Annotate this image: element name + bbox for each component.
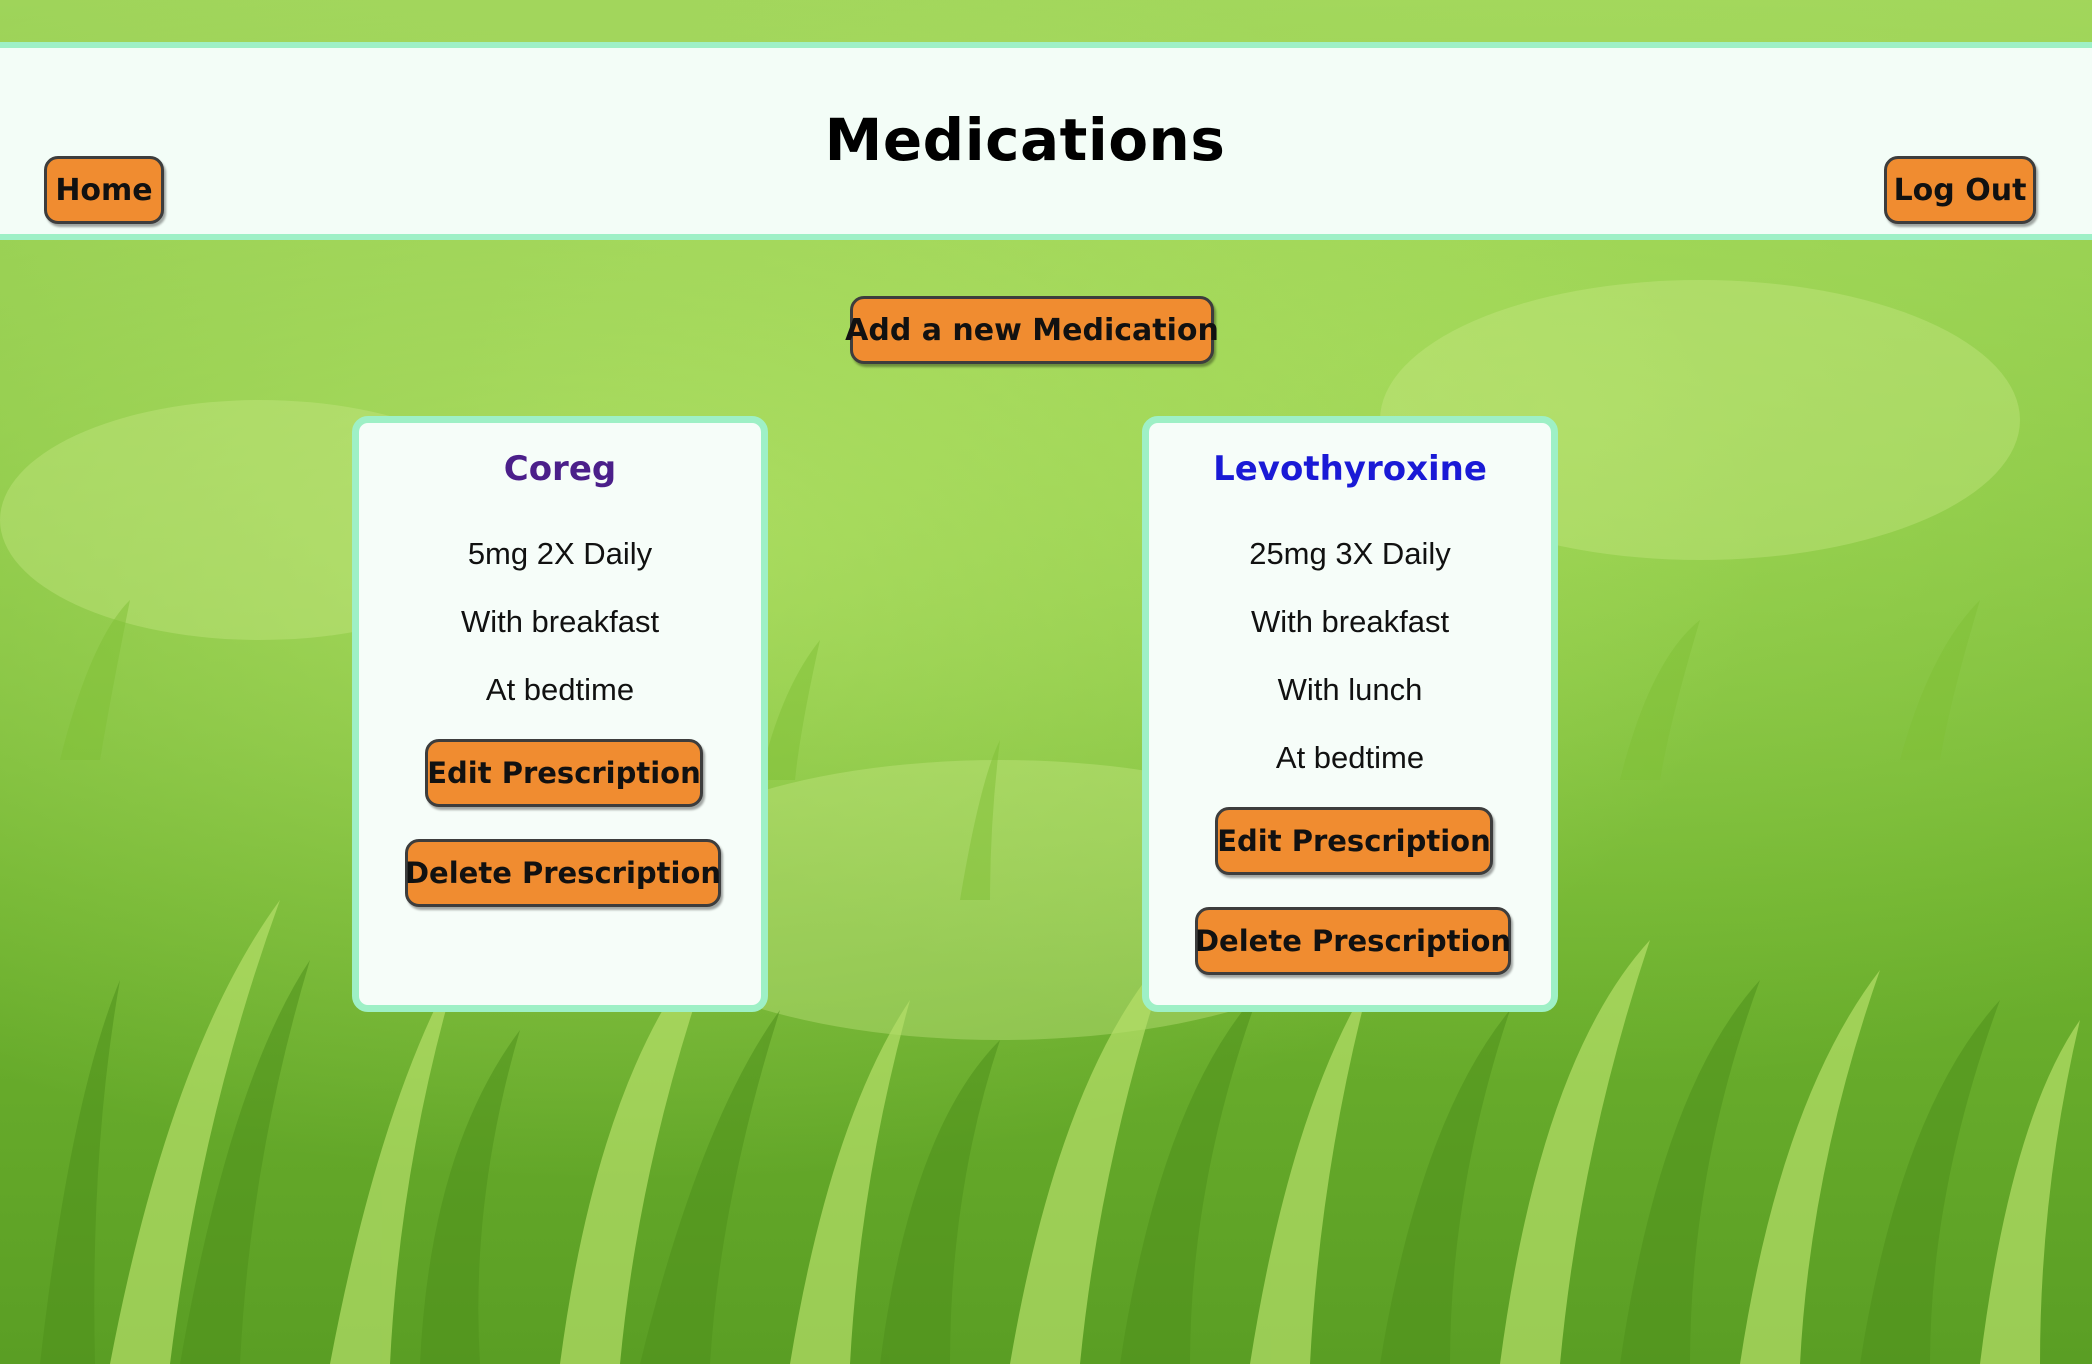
page-title: Medications: [824, 106, 1226, 174]
medication-name: Levothyroxine: [1213, 449, 1487, 489]
medication-time: With breakfast: [460, 604, 660, 639]
home-button-label: Home: [55, 172, 153, 208]
edit-prescription-button-label: Edit Prescription: [1217, 824, 1491, 858]
log-out-button[interactable]: Log Out: [1884, 156, 2036, 224]
medication-card-coreg: Coreg 5mg 2X Daily With breakfast At bed…: [352, 416, 768, 1012]
edit-prescription-button[interactable]: Edit Prescription: [425, 739, 703, 807]
medication-time: At bedtime: [485, 672, 635, 707]
delete-prescription-button-label: Delete Prescription: [1194, 924, 1512, 958]
add-medication-button[interactable]: Add a new Medication: [845, 296, 1219, 364]
delete-prescription-button[interactable]: Delete Prescription: [1195, 907, 1511, 975]
add-medication-button-label: Add a new Medication: [845, 312, 1219, 348]
delete-prescription-button-label: Delete Prescription: [404, 856, 722, 890]
top-header-bar: Home Medications Log Out: [0, 42, 2092, 240]
delete-prescription-button[interactable]: Delete Prescription: [405, 839, 721, 907]
medication-time: At bedtime: [1275, 740, 1425, 775]
medication-name: Coreg: [503, 449, 617, 489]
medication-time: With lunch: [1277, 672, 1423, 707]
medication-card-levothyroxine: Levothyroxine 25mg 3X Daily With breakfa…: [1142, 416, 1558, 1012]
medication-dosage: 5mg 2X Daily: [467, 536, 653, 571]
medication-dosage: 25mg 3X Daily: [1249, 536, 1451, 571]
edit-prescription-button[interactable]: Edit Prescription: [1215, 807, 1493, 875]
medication-time: With breakfast: [1250, 604, 1450, 639]
edit-prescription-button-label: Edit Prescription: [427, 756, 701, 790]
log-out-button-label: Log Out: [1893, 172, 2027, 208]
